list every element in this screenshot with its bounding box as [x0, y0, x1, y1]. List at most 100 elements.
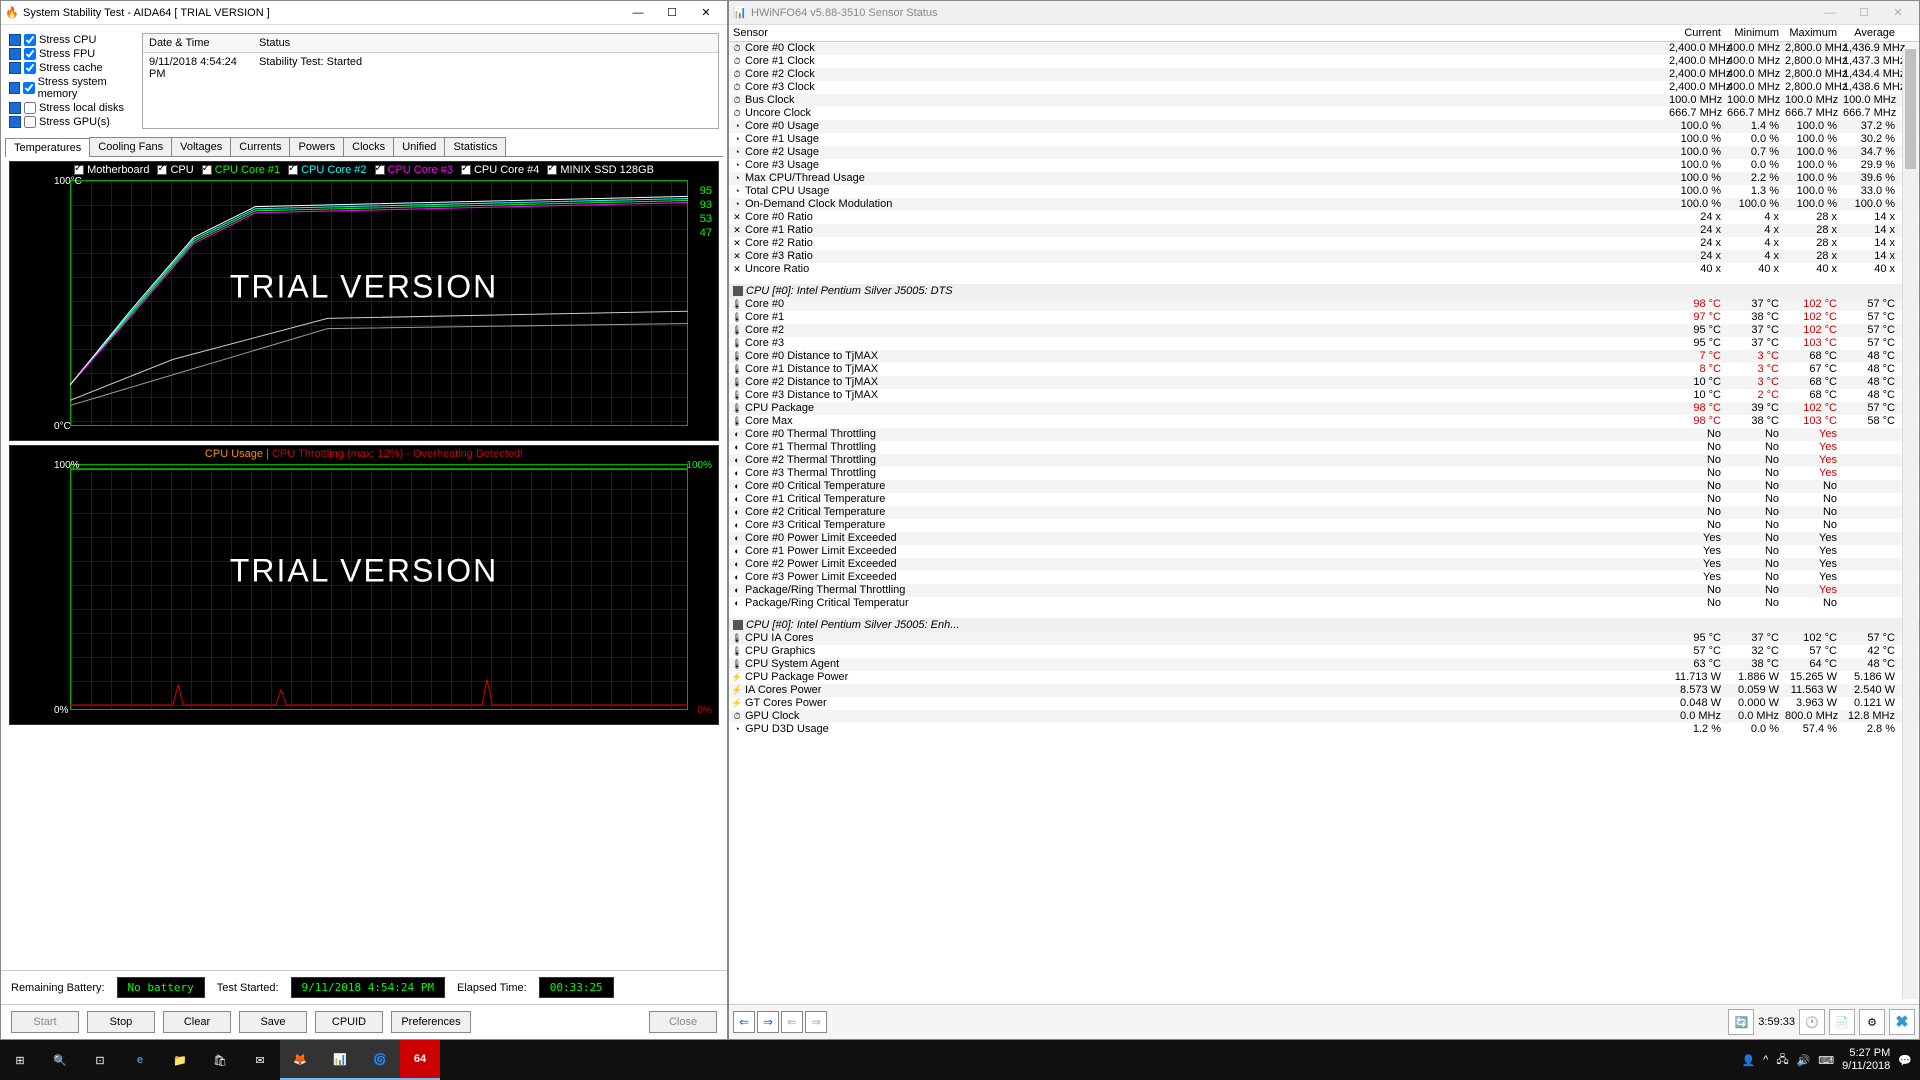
search-icon[interactable]: 🔍 [40, 1040, 80, 1080]
network-icon[interactable]: 🖧 [1776, 1051, 1788, 1070]
close-button[interactable]: ✕ [1881, 2, 1915, 24]
sensor-row[interactable]: ◔Core #3 Usage100.0 %0.0 %100.0 %29.9 % [729, 159, 1919, 172]
sensor-row[interactable]: ⏱Bus Clock100.0 MHz100.0 MHz100.0 MHz100… [729, 94, 1919, 107]
sensor-row[interactable]: ◐Core #1 Power Limit ExceededYesNoYes [729, 545, 1919, 558]
start-button[interactable]: Start [11, 1011, 79, 1033]
hwinfo-taskbar-icon[interactable]: 📊 [320, 1040, 360, 1080]
stop-button[interactable]: Stop [87, 1011, 155, 1033]
sensor-row[interactable]: 🌡Core #3 Distance to TjMAX10 °C2 °C68 °C… [729, 389, 1919, 402]
sensor-row[interactable]: ✕Uncore Ratio40 x40 x40 x40 x [729, 263, 1919, 276]
collapse-all-icon[interactable]: ⇒ [757, 1011, 779, 1033]
people-icon[interactable]: 👤 [1741, 1054, 1755, 1067]
sensor-group[interactable]: CPU [#0]: Intel Pentium Silver J5005: En… [729, 618, 1919, 632]
clock-icon[interactable]: 🕐 [1799, 1009, 1825, 1035]
sensor-row[interactable]: 🌡Core #295 °C37 °C102 °C57 °C [729, 324, 1919, 337]
sensor-row[interactable]: ⏱GPU Clock0.0 MHz0.0 MHz800.0 MHz12.8 MH… [729, 710, 1919, 723]
sensor-row[interactable]: 🌡Core #2 Distance to TjMAX10 °C3 °C68 °C… [729, 376, 1919, 389]
sensor-row[interactable]: 🌡Core #395 °C37 °C103 °C57 °C [729, 337, 1919, 350]
volume-icon[interactable]: 🔊 [1797, 1054, 1811, 1067]
tab-clocks[interactable]: Clocks [343, 137, 394, 156]
explorer-icon[interactable]: 📁 [160, 1040, 200, 1080]
task-view-icon[interactable]: ⊡ [80, 1040, 120, 1080]
preferences-button[interactable]: Preferences [391, 1011, 471, 1033]
legend-item[interactable]: CPU Core #2 [288, 164, 366, 176]
tab-unified[interactable]: Unified [393, 137, 445, 156]
sensor-row[interactable]: ⚡GT Cores Power0.048 W0.000 W3.963 W0.12… [729, 697, 1919, 710]
tab-cooling-fans[interactable]: Cooling Fans [89, 137, 172, 156]
sensor-row[interactable]: ◐Core #3 Thermal ThrottlingNoNoYes [729, 467, 1919, 480]
taskbar[interactable]: ⊞ 🔍 ⊡ e 📁 🛍 ✉ 🦊 📊 🌀 64 👤 ^ 🖧 🔊 ⌨ 5:27 PM… [0, 1040, 1920, 1080]
close-button[interactable]: Close [649, 1011, 717, 1033]
stress-option[interactable]: Stress GPU(s) [9, 115, 134, 129]
tab-statistics[interactable]: Statistics [444, 137, 506, 156]
sensor-row[interactable]: ✕Core #0 Ratio24 x4 x28 x14 x [729, 211, 1919, 224]
legend-item[interactable]: Motherboard [74, 164, 149, 176]
cpuid-button[interactable]: CPUID [315, 1011, 383, 1033]
sensor-row[interactable]: ◐Core #1 Critical TemperatureNoNoNo [729, 493, 1919, 506]
sensor-row[interactable]: ⏱Core #1 Clock2,400.0 MHz400.0 MHz2,800.… [729, 55, 1919, 68]
sensor-row[interactable]: ◐Core #2 Power Limit ExceededYesNoYes [729, 558, 1919, 571]
notifications-icon[interactable]: 💬 [1898, 1054, 1912, 1067]
save-button[interactable]: Save [239, 1011, 307, 1033]
sensor-row[interactable]: 🌡Core #0 Distance to TjMAX7 °C3 °C68 °C4… [729, 350, 1919, 363]
sensor-row[interactable]: ⚡IA Cores Power8.573 W0.059 W11.563 W2.5… [729, 684, 1919, 697]
sensor-row[interactable]: ◐Package/Ring Thermal ThrottlingNoNoYes [729, 584, 1919, 597]
sensor-row[interactable]: ◐Core #0 Power Limit ExceededYesNoYes [729, 532, 1919, 545]
clear-button[interactable]: Clear [163, 1011, 231, 1033]
sensor-row[interactable]: ◔On-Demand Clock Modulation100.0 %100.0 … [729, 198, 1919, 211]
maximize-button[interactable]: ☐ [655, 2, 689, 24]
sensor-row[interactable]: 🌡CPU System Agent63 °C38 °C64 °C48 °C [729, 658, 1919, 671]
sensor-row[interactable]: ◔Core #2 Usage100.0 %0.7 %100.0 %34.7 % [729, 146, 1919, 159]
sensor-row[interactable]: ⏱Core #3 Clock2,400.0 MHz400.0 MHz2,800.… [729, 81, 1919, 94]
sensor-row[interactable]: ⏱Uncore Clock666.7 MHz666.7 MHz666.7 MHz… [729, 107, 1919, 120]
sensor-row[interactable]: ◔GPU D3D Usage1.2 %0.0 %57.4 %2.8 % [729, 723, 1919, 736]
sensor-row[interactable]: ✕Core #3 Ratio24 x4 x28 x14 x [729, 250, 1919, 263]
sensor-row[interactable]: 🌡CPU Graphics57 °C32 °C57 °C42 °C [729, 645, 1919, 658]
sensor-row[interactable]: ◐Core #3 Power Limit ExceededYesNoYes [729, 571, 1919, 584]
stress-option[interactable]: Stress local disks [9, 101, 134, 115]
firefox-icon[interactable]: 🦊 [280, 1040, 320, 1080]
sensor-row[interactable]: ◔Total CPU Usage100.0 %1.3 %100.0 %33.0 … [729, 185, 1919, 198]
store-icon[interactable]: 🛍 [200, 1040, 240, 1080]
aida-taskbar-icon[interactable]: 64 [400, 1040, 440, 1080]
edge-icon[interactable]: e [120, 1040, 160, 1080]
sensor-row[interactable]: ⚡CPU Package Power11.713 W1.886 W15.265 … [729, 671, 1919, 684]
sensor-row[interactable]: ⏱Core #0 Clock2,400.0 MHz400.0 MHz2,800.… [729, 42, 1919, 55]
log-icon[interactable]: 📄 [1829, 1009, 1855, 1035]
tab-voltages[interactable]: Voltages [171, 137, 231, 156]
sensor-row[interactable]: 🌡Core #098 °C37 °C102 °C57 °C [729, 298, 1919, 311]
minimize-button[interactable]: — [621, 2, 655, 24]
sensor-row[interactable]: ◐Core #1 Thermal ThrottlingNoNoYes [729, 441, 1919, 454]
sensor-row[interactable]: ◐Core #2 Thermal ThrottlingNoNoYes [729, 454, 1919, 467]
expand-all-icon[interactable]: ⇐ [733, 1011, 755, 1033]
sensor-row[interactable]: ✕Core #1 Ratio24 x4 x28 x14 x [729, 224, 1919, 237]
prev-icon[interactable]: ⇐ [781, 1011, 803, 1033]
settings-icon[interactable]: ⚙ [1859, 1009, 1885, 1035]
sensor-row[interactable]: ◔Core #0 Usage100.0 %1.4 %100.0 %37.2 % [729, 120, 1919, 133]
sensor-list[interactable]: ⏱Core #0 Clock2,400.0 MHz400.0 MHz2,800.… [729, 42, 1919, 1004]
sensor-row[interactable]: ◐Core #2 Critical TemperatureNoNoNo [729, 506, 1919, 519]
start-icon[interactable]: ⊞ [0, 1040, 40, 1080]
shared-mem-icon[interactable]: 🔄 [1728, 1009, 1754, 1035]
sensor-row[interactable]: 🌡Core #197 °C38 °C102 °C57 °C [729, 311, 1919, 324]
scrollbar[interactable] [1902, 49, 1918, 999]
sensor-group[interactable]: CPU [#0]: Intel Pentium Silver J5005: DT… [729, 284, 1919, 298]
minimize-button[interactable]: — [1813, 2, 1847, 24]
hwinfo-titlebar[interactable]: 📊 HWiNFO64 v5.88-3510 Sensor Status — ☐ … [729, 1, 1919, 25]
system-clock[interactable]: 5:27 PM 9/11/2018 [1842, 1047, 1890, 1073]
sensor-row[interactable]: 🌡Core #1 Distance to TjMAX8 °C3 °C67 °C4… [729, 363, 1919, 376]
tab-currents[interactable]: Currents [230, 137, 290, 156]
sensor-row[interactable]: ◐Core #0 Critical TemperatureNoNoNo [729, 480, 1919, 493]
sensor-row[interactable]: ⏱Core #2 Clock2,400.0 MHz400.0 MHz2,800.… [729, 68, 1919, 81]
stress-option[interactable]: Stress cache [9, 61, 134, 75]
sensor-row[interactable]: 🌡Core Max98 °C38 °C103 °C58 °C [729, 415, 1919, 428]
sensor-row[interactable]: ◐Package/Ring Critical TemperatureNoNoNo [729, 597, 1919, 610]
input-icon[interactable]: ⌨ [1818, 1054, 1834, 1067]
tab-temperatures[interactable]: Temperatures [5, 138, 90, 157]
sensor-row[interactable]: ◔Max CPU/Thread Usage100.0 %2.2 %100.0 %… [729, 172, 1919, 185]
sensor-row[interactable]: ◔Core #1 Usage100.0 %0.0 %100.0 %30.2 % [729, 133, 1919, 146]
reset-icon[interactable]: ✖ [1889, 1009, 1915, 1035]
legend-item[interactable]: CPU Core #4 [461, 164, 539, 176]
legend-item[interactable]: CPU Core #1 [202, 164, 280, 176]
aida-titlebar[interactable]: 🔥 System Stability Test - AIDA64 [ TRIAL… [1, 1, 727, 25]
